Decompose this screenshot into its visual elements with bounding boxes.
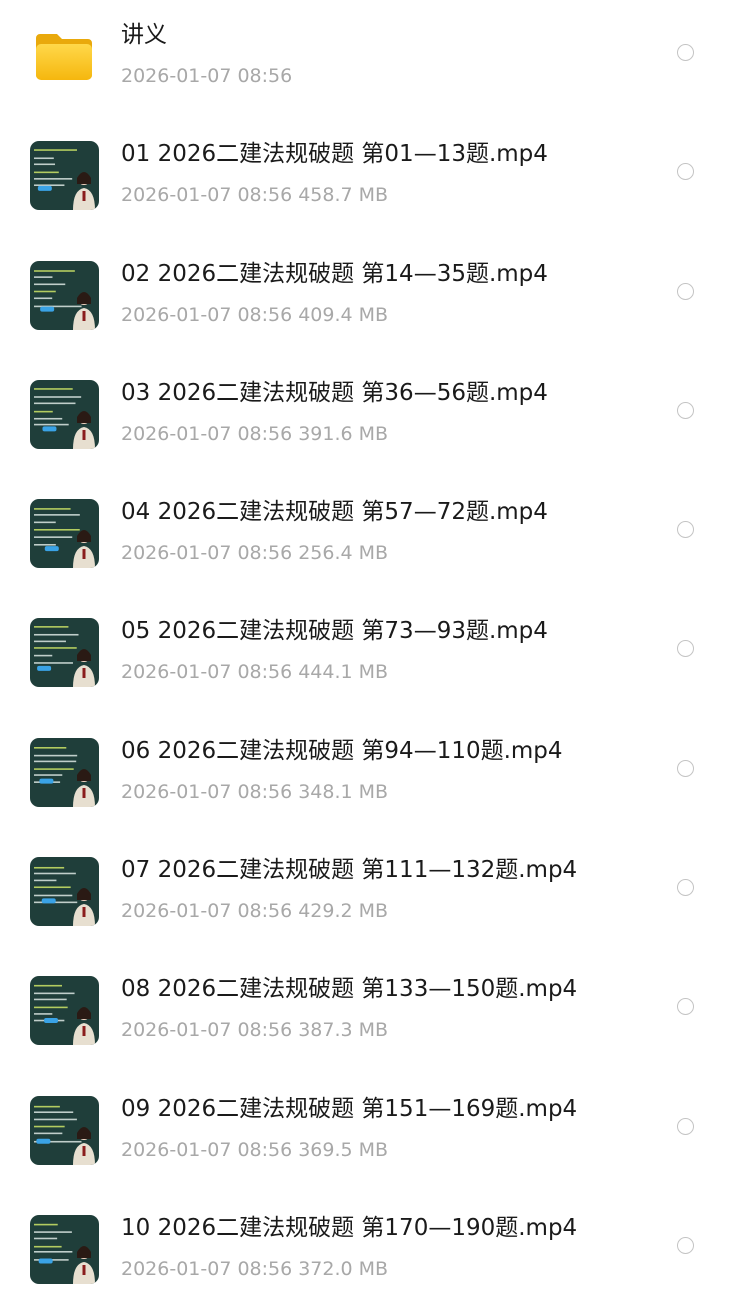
file-meta: 2026-01-07 08:56 387.3 MB [121, 1017, 388, 1043]
video-thumbnail [30, 141, 99, 211]
select-radio[interactable] [677, 1236, 694, 1254]
file-date: 2026-01-07 08:56 [121, 1019, 293, 1042]
file-size: 429.2 MB [298, 900, 389, 923]
file-row[interactable]: 09 2026二建法规破题 第151—169题.mp4 2026-01-07 08… [0, 1074, 733, 1193]
select-radio[interactable] [677, 521, 694, 539]
file-date: 2026-01-07 08:56 [121, 303, 293, 326]
file-meta: 2026-01-07 08:56 256.4 MB [121, 540, 388, 566]
folder-row[interactable]: 讲义 2026-01-07 08:56 [0, 0, 733, 119]
file-name: 08 2026二建法规破题 第133—150题.mp4 [121, 976, 578, 1003]
video-thumbnail [30, 976, 99, 1046]
select-radio[interactable] [677, 640, 694, 658]
file-date: 2026-01-07 08:56 [121, 661, 293, 684]
file-meta: 2026-01-07 08:56 391.6 MB [121, 421, 388, 447]
file-name: 10 2026二建法规破题 第170—190题.mp4 [121, 1214, 578, 1241]
file-date: 2026-01-07 08:56 [121, 1138, 293, 1161]
file-size: 348.1 MB [298, 780, 389, 803]
file-date: 2026-01-07 08:56 [121, 780, 293, 803]
video-thumbnail [30, 1214, 99, 1284]
select-radio[interactable] [677, 163, 694, 181]
file-row[interactable]: 06 2026二建法规破题 第94—110题.mp4 2026-01-07 08:… [0, 716, 733, 835]
file-row[interactable]: 01 2026二建法规破题 第01—13题.mp4 2026-01-07 08:5… [0, 119, 733, 238]
video-thumbnail [30, 499, 99, 569]
file-meta: 2026-01-07 08:56 [121, 63, 292, 89]
select-radio[interactable] [677, 759, 694, 777]
file-name: 讲义 [121, 22, 167, 48]
file-meta: 2026-01-07 08:56 372.0 MB [121, 1256, 388, 1282]
file-name: 01 2026二建法规破题 第01—13题.mp4 [121, 141, 548, 168]
file-row[interactable]: 03 2026二建法规破题 第36—56题.mp4 2026-01-07 08:5… [0, 358, 733, 477]
file-size: 458.7 MB [298, 184, 389, 207]
file-size: 369.5 MB [298, 1138, 389, 1161]
file-row[interactable]: 07 2026二建法规破题 第111—132题.mp4 2026-01-07 08… [0, 835, 733, 954]
file-name: 05 2026二建法规破题 第73—93题.mp4 [121, 618, 548, 645]
file-meta: 2026-01-07 08:56 444.1 MB [121, 659, 388, 685]
video-thumbnail [30, 260, 99, 330]
folder-icon [36, 30, 92, 80]
file-name: 02 2026二建法规破题 第14—35题.mp4 [121, 260, 548, 287]
file-row[interactable]: 05 2026二建法规破题 第73—93题.mp4 2026-01-07 08:5… [0, 596, 733, 715]
file-row[interactable]: 10 2026二建法规破题 第170—190题.mp4 2026-01-07 08… [0, 1193, 733, 1312]
select-radio[interactable] [677, 282, 694, 300]
file-date: 2026-01-07 08:56 [121, 422, 293, 445]
file-size: 391.6 MB [298, 422, 389, 445]
file-meta: 2026-01-07 08:56 348.1 MB [121, 779, 388, 805]
select-radio[interactable] [677, 879, 694, 897]
file-row[interactable]: 02 2026二建法规破题 第14—35题.mp4 2026-01-07 08:5… [0, 239, 733, 358]
file-date: 2026-01-07 08:56 [121, 184, 293, 207]
video-thumbnail [30, 618, 99, 688]
file-size: 256.4 MB [298, 542, 389, 565]
file-size: 409.4 MB [298, 303, 389, 326]
file-size: 387.3 MB [298, 1019, 389, 1042]
file-name: 07 2026二建法规破题 第111—132题.mp4 [121, 857, 578, 884]
video-thumbnail [30, 737, 99, 807]
file-name: 09 2026二建法规破题 第151—169题.mp4 [121, 1095, 578, 1122]
file-date: 2026-01-07 08:56 [121, 900, 293, 923]
file-meta: 2026-01-07 08:56 458.7 MB [121, 182, 388, 208]
video-thumbnail [30, 379, 99, 449]
select-radio[interactable] [677, 401, 694, 419]
file-meta: 2026-01-07 08:56 429.2 MB [121, 898, 388, 924]
file-name: 06 2026二建法规破题 第94—110题.mp4 [121, 737, 563, 764]
select-radio[interactable] [677, 1117, 694, 1135]
select-radio[interactable] [677, 998, 694, 1016]
file-list: 讲义 2026-01-07 08:56 01 2026二建法规破题 第01—13题.… [0, 0, 733, 1312]
file-row[interactable]: 08 2026二建法规破题 第133—150题.mp4 2026-01-07 08… [0, 954, 733, 1073]
file-row[interactable]: 04 2026二建法规破题 第57—72题.mp4 2026-01-07 08:5… [0, 477, 733, 596]
file-name: 03 2026二建法规破题 第36—56题.mp4 [121, 379, 548, 406]
file-meta: 2026-01-07 08:56 369.5 MB [121, 1137, 388, 1163]
file-meta: 2026-01-07 08:56 409.4 MB [121, 302, 388, 328]
video-thumbnail [30, 1095, 99, 1165]
file-date: 2026-01-07 08:56 [121, 1257, 293, 1280]
file-name: 04 2026二建法规破题 第57—72题.mp4 [121, 499, 548, 526]
file-size: 372.0 MB [298, 1257, 389, 1280]
video-thumbnail [30, 857, 99, 927]
select-radio[interactable] [677, 44, 694, 61]
file-size: 444.1 MB [298, 661, 389, 684]
file-date: 2026-01-07 08:56 [121, 542, 293, 565]
file-date: 2026-01-07 08:56 [121, 65, 293, 87]
